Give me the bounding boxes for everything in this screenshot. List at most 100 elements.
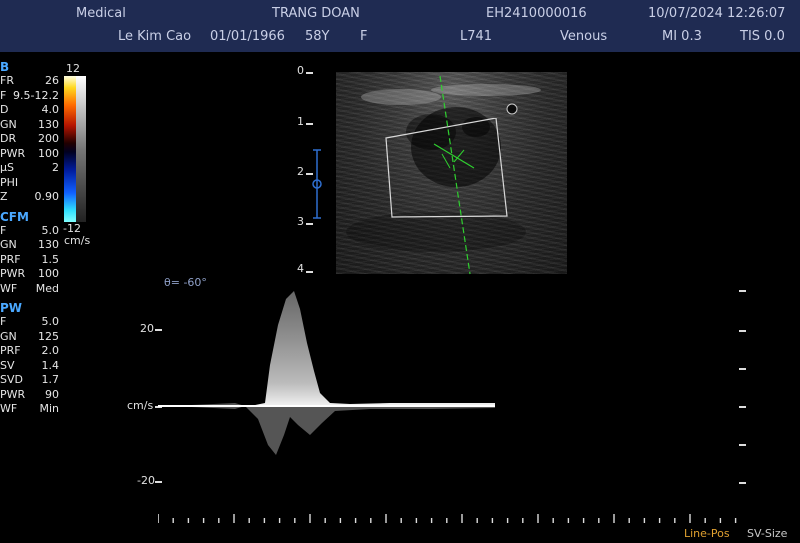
param-key: D bbox=[0, 103, 9, 116]
param-value: 1.5 bbox=[41, 252, 60, 266]
param-key: PWR bbox=[0, 146, 26, 160]
param-key: SVD bbox=[0, 373, 23, 386]
param-key: PWR bbox=[0, 387, 26, 401]
param-row: PHI bbox=[0, 176, 62, 191]
param-row: FR 26 bbox=[0, 74, 62, 89]
doppler-spectrum bbox=[158, 291, 495, 455]
param-key: WF bbox=[0, 281, 18, 295]
header-bar: Medical TRANG DOAN EH2410000016 10/07/20… bbox=[0, 0, 800, 52]
param-row: PWR 100 bbox=[0, 147, 62, 162]
focus-marker[interactable] bbox=[310, 148, 324, 220]
param-row: PRF 1.5 bbox=[0, 253, 62, 268]
param-value: 2 bbox=[52, 161, 59, 174]
param-value: 5.0 bbox=[41, 223, 60, 237]
param-value: 9.5-12.2 bbox=[13, 88, 59, 102]
param-value: 2.0 bbox=[41, 344, 60, 357]
pw-params: F 5.0 GN 125 PRF 2.0 SV 1.4 SVD 1.7 PWR 90 WF Min bbox=[0, 315, 62, 417]
exam-id: EH2410000016 bbox=[486, 6, 587, 21]
param-value: 26 bbox=[45, 74, 59, 87]
datetime: 10/07/2024 12:26:07 bbox=[648, 6, 786, 21]
param-key: SV bbox=[0, 358, 15, 372]
b-mode-title: B bbox=[0, 60, 10, 74]
param-row: WF Med bbox=[0, 282, 62, 297]
pw-title: PW bbox=[0, 301, 23, 315]
depth-label-0: 0 bbox=[297, 64, 304, 77]
cfm-title: CFM bbox=[0, 209, 29, 224]
param-row: WF Min bbox=[0, 402, 62, 417]
param-row: µS 2 bbox=[0, 161, 62, 176]
param-row: F 5.0 bbox=[0, 315, 62, 330]
tis-index: TIS 0.0 bbox=[740, 29, 785, 44]
param-value: 130 bbox=[38, 238, 59, 251]
param-key: GN bbox=[0, 238, 17, 251]
param-value: 0.90 bbox=[34, 190, 60, 203]
param-row: D 4.0 bbox=[0, 103, 62, 118]
mi-index: MI 0.3 bbox=[662, 29, 702, 44]
param-key: µS bbox=[0, 161, 14, 174]
param-row: PWR 90 bbox=[0, 388, 62, 403]
param-value: 4.0 bbox=[41, 103, 60, 116]
param-key: FR bbox=[0, 74, 14, 87]
param-key: GN bbox=[0, 329, 17, 343]
parameter-panel: B FR 26 F 9.5-12.2 D 4.0 GN 130 DR 200 PWR 100 µS 2 PH… bbox=[0, 60, 62, 417]
param-value: 90 bbox=[45, 387, 59, 401]
param-key: WF bbox=[0, 402, 18, 415]
param-key: PRF bbox=[0, 344, 21, 357]
param-row: GN 125 bbox=[0, 330, 62, 345]
colorbar-max: 12 bbox=[66, 62, 80, 75]
param-key: F bbox=[0, 88, 7, 102]
depth-label-3: 3 bbox=[297, 215, 304, 228]
param-row: DR 200 bbox=[0, 132, 62, 147]
patient-name: TRANG DOAN bbox=[272, 6, 360, 21]
param-value: 100 bbox=[38, 267, 59, 280]
param-key: DR bbox=[0, 132, 17, 145]
doppler-cursor-line[interactable] bbox=[430, 76, 480, 276]
line-pos-label[interactable]: Line-Pos bbox=[684, 527, 730, 540]
depth-label-2: 2 bbox=[297, 165, 304, 178]
param-key: Z bbox=[0, 190, 8, 203]
grayscale-bar bbox=[76, 76, 86, 222]
depth-tick bbox=[306, 123, 313, 125]
param-row: Z 0.90 bbox=[0, 190, 62, 205]
param-row: SV 1.4 bbox=[0, 359, 62, 374]
param-row: PRF 2.0 bbox=[0, 344, 62, 359]
operator-name: Le Kim Cao bbox=[118, 29, 192, 44]
param-key: GN bbox=[0, 117, 17, 131]
preset-name: Venous bbox=[560, 29, 608, 44]
facility-name: Medical bbox=[76, 6, 126, 21]
param-value: Min bbox=[39, 402, 59, 415]
param-value: 5.0 bbox=[41, 315, 60, 328]
sex: F bbox=[360, 29, 368, 44]
b-mode-params: FR 26 F 9.5-12.2 D 4.0 GN 130 DR 200 PWR 100 µS 2 PHI Z… bbox=[0, 74, 62, 205]
param-row: GN 130 bbox=[0, 238, 62, 253]
param-key: F bbox=[0, 315, 7, 328]
time-axis bbox=[158, 514, 737, 523]
sv-size-label[interactable]: SV-Size bbox=[747, 527, 787, 540]
depth-tick bbox=[306, 271, 313, 273]
dob: 01/01/1966 bbox=[210, 29, 285, 44]
param-row: GN 130 bbox=[0, 118, 62, 133]
cfm-params: F 5.0 GN 130 PRF 1.5 PWR 100 WF Med bbox=[0, 224, 62, 297]
param-value: 1.7 bbox=[41, 373, 60, 386]
depth-tick bbox=[306, 72, 313, 74]
depth-label-1: 1 bbox=[297, 115, 304, 128]
depth-tick bbox=[306, 223, 313, 225]
depth-label-4: 4 bbox=[297, 262, 304, 275]
param-row: SVD 1.7 bbox=[0, 373, 62, 388]
param-key: PRF bbox=[0, 252, 21, 266]
param-value: 125 bbox=[38, 329, 59, 343]
param-value: 130 bbox=[38, 117, 59, 131]
probe-name: L741 bbox=[460, 29, 493, 44]
param-value: 100 bbox=[38, 146, 59, 160]
param-key: PWR bbox=[0, 267, 26, 280]
param-key: PHI bbox=[0, 175, 19, 189]
colorbar-unit: cm/s bbox=[64, 234, 91, 247]
param-row: F 9.5-12.2 bbox=[0, 89, 62, 104]
param-value: Med bbox=[35, 281, 59, 295]
param-row: PWR 100 bbox=[0, 267, 62, 282]
param-value: 200 bbox=[38, 132, 59, 145]
age: 58Y bbox=[305, 29, 330, 44]
param-key: F bbox=[0, 223, 7, 237]
param-value: 1.4 bbox=[41, 358, 60, 372]
doppler-right-scale bbox=[739, 290, 750, 520]
